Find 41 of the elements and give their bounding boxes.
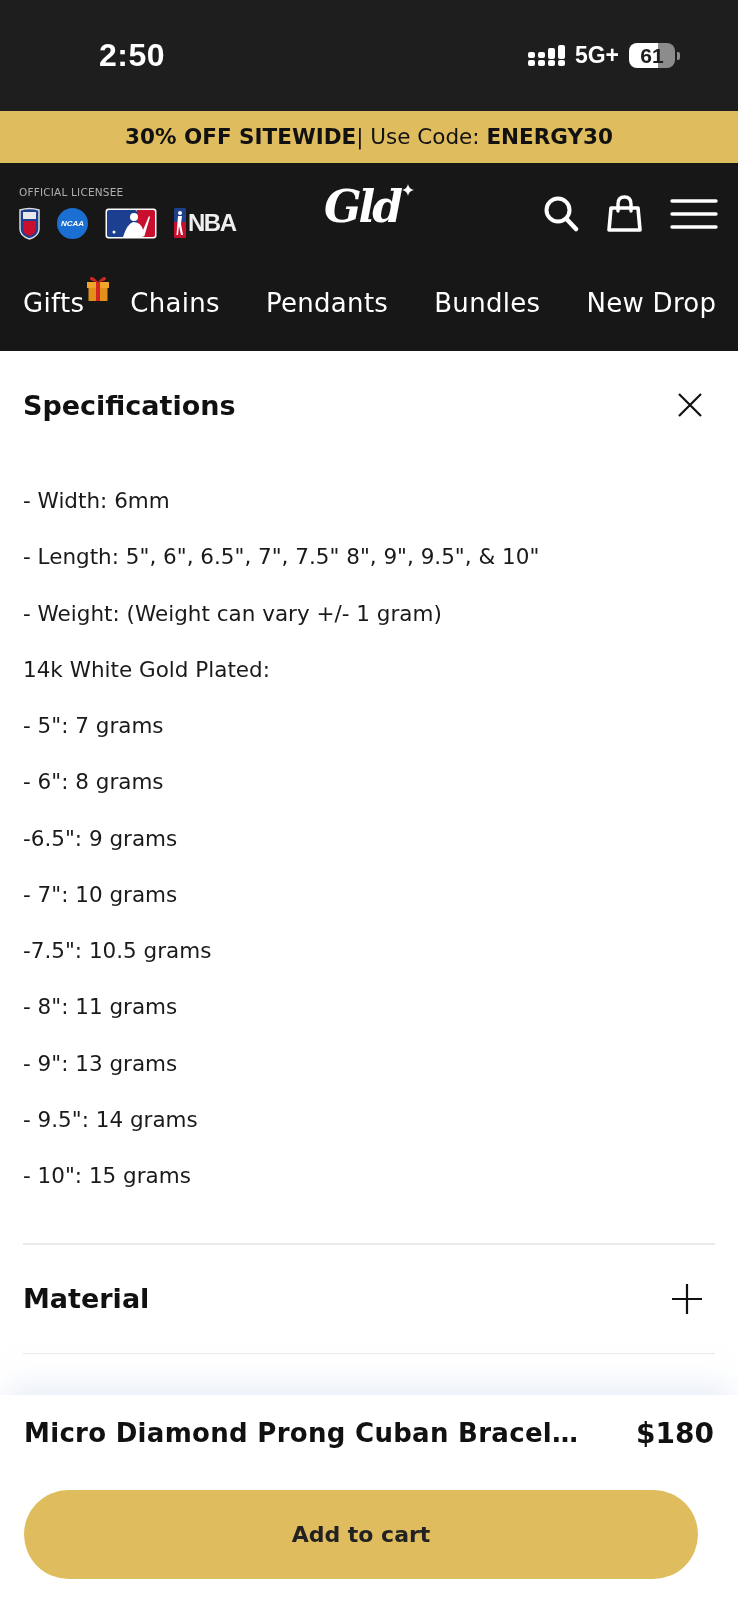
sparkle-icon <box>402 183 415 196</box>
spec-line: - 5": 7 grams <box>23 712 165 740</box>
nav-link[interactable]: Gifts <box>23 287 85 318</box>
section-title[interactable]: Material <box>23 1283 150 1315</box>
nav-link[interactable]: Pendants <box>265 287 389 318</box>
disc-logo: NCAA <box>57 207 88 239</box>
spec-line: -6.5": 9 grams <box>23 824 179 853</box>
promo-banner[interactable]: 30% OFF SITEWIDE| Use Code: ENERGY30 <box>0 111 738 163</box>
spec-line: - Width: 6mm <box>23 487 171 515</box>
spec-line: 14k White Gold Plated: <box>23 655 271 684</box>
licensee-label: OFFICIAL LICENSEE <box>19 185 125 199</box>
nav-link[interactable]: Chains <box>130 287 220 318</box>
brand-logo[interactable]: Gld <box>323 181 401 232</box>
bag-icon[interactable] <box>607 194 642 233</box>
section-title[interactable]: Specifications <box>23 389 236 421</box>
spec-line: - Length: 5", 6", 6.5", 7", 7.5" 8", 9", 9.5", & 10" <box>23 543 541 572</box>
add-to-cart-button[interactable]: Add to cart <box>24 1490 698 1579</box>
signal-icon <box>527 45 565 66</box>
spec-line: - 10": 15 grams <box>23 1162 192 1190</box>
nav-link[interactable]: New Drop <box>586 287 717 318</box>
spec-line: - Weight: (Weight can vary +/- 1 gram) <box>23 599 443 628</box>
silhouette-logo-icon <box>174 208 186 238</box>
battery-indicator: 61 <box>629 43 680 68</box>
network-label: 5G+ <box>574 42 619 69</box>
spec-line: - 9": 13 grams <box>23 1049 179 1078</box>
close-icon[interactable] <box>678 393 702 417</box>
spec-line: - 8": 11 grams <box>23 993 179 1022</box>
nav-link[interactable]: Bundles <box>434 287 541 318</box>
spec-line: - 9.5": 14 grams <box>23 1105 199 1134</box>
batter-logo-icon <box>105 207 157 239</box>
status-time: 2:50 <box>99 37 166 74</box>
spec-line: - 6": 8 grams <box>23 768 165 797</box>
plus-icon[interactable] <box>672 1283 702 1314</box>
spec-line: -7.5": 10.5 grams <box>23 937 213 965</box>
menu-icon[interactable] <box>670 198 718 229</box>
product-title: Micro Diamond Prong Cuban Bracel… <box>24 1418 579 1448</box>
logo-wordmark: NBA <box>188 209 236 237</box>
product-price: $180 <box>636 1416 714 1450</box>
search-icon[interactable] <box>543 194 579 233</box>
shield-logo-icon <box>19 206 40 240</box>
spec-line: - 7": 10 grams <box>23 880 179 909</box>
